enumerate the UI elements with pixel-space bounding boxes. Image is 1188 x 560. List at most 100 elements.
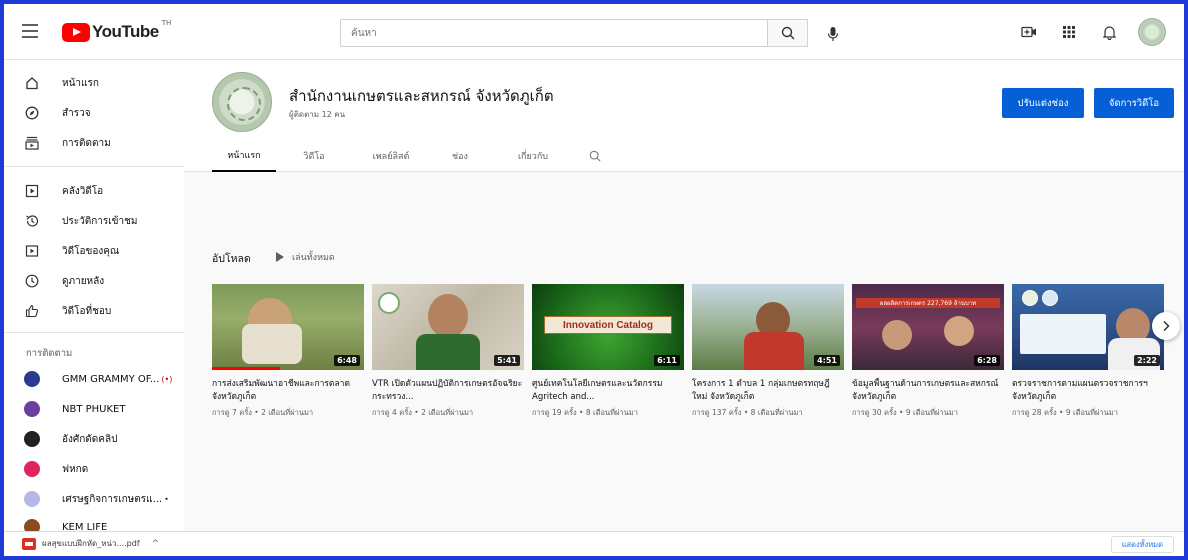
thumb-logo bbox=[378, 292, 400, 314]
new-content-dot-icon: • bbox=[164, 494, 169, 504]
sidebar-divider bbox=[4, 332, 184, 333]
subscription-item[interactable]: GMM GRAMMY OF... (•) bbox=[4, 364, 184, 394]
video-title[interactable]: ข้อมูลพื้นฐานด้านการเกษตรและสหกรณ์จังหวั… bbox=[852, 378, 1004, 404]
tab-about[interactable]: เกี่ยวกับ bbox=[504, 140, 562, 172]
sidebar-item-watch-later[interactable]: ดูภายหลัง bbox=[4, 266, 184, 296]
search-button[interactable] bbox=[768, 19, 808, 47]
top-right-icons bbox=[1018, 18, 1166, 46]
subscription-item[interactable]: NBT PHUKET bbox=[4, 394, 184, 424]
video-meta: การดู 7 ครั้ง • 2 เดือนที่ผ่านมา bbox=[212, 408, 314, 417]
sidebar-item-library[interactable]: คลังวิดีโอ bbox=[4, 176, 184, 206]
customize-channel-button[interactable]: ปรับแต่งช่อง bbox=[1002, 88, 1084, 118]
search-input[interactable] bbox=[341, 20, 767, 46]
thumb-logo bbox=[1022, 290, 1038, 306]
download-file-name: ผลสุขแบบฝึกหัด_หน่ว....pdf bbox=[42, 539, 140, 548]
subscription-item[interactable]: อังศักดัดคลิป bbox=[4, 424, 184, 454]
video-duration: 6:11 bbox=[654, 355, 680, 366]
region-code: TH bbox=[161, 19, 172, 27]
video-title[interactable]: การส่งเสริมพัฒนาอาชีพและการตลาด จังหวัดภ… bbox=[212, 378, 364, 404]
chevron-up-icon[interactable]: ^ bbox=[152, 539, 160, 549]
video-title[interactable]: ตรวจราชการตามแผนตรวจราชการฯ จังหวัดภูเก็… bbox=[1012, 378, 1164, 404]
sidebar-item-label: การติดตาม bbox=[62, 137, 111, 149]
video-duration: 6:28 bbox=[974, 355, 1000, 366]
video-thumbnail[interactable]: 4:51 bbox=[692, 284, 844, 370]
video-card[interactable]: 2:22 ตรวจราชการตามแผนตรวจราชการฯ จังหวัด… bbox=[1012, 284, 1164, 419]
voice-search-button[interactable] bbox=[822, 23, 844, 45]
video-duration: 2:22 bbox=[1134, 355, 1160, 366]
tab-search[interactable] bbox=[580, 140, 610, 172]
watch-later-icon bbox=[24, 273, 40, 289]
tab-home[interactable]: หน้าแรก bbox=[212, 140, 276, 172]
explore-icon bbox=[24, 105, 40, 121]
video-thumbnail[interactable]: ผลผลิตการเกษตร 227,769 ล้านบาท 6:28 bbox=[852, 284, 1004, 370]
video-thumbnail[interactable]: 6:48 bbox=[212, 284, 364, 370]
video-card[interactable]: 4:51 โครงการ 1 ตำบล 1 กลุ่มเกษตรทฤษฎีใหม… bbox=[692, 284, 844, 419]
account-avatar[interactable] bbox=[1138, 18, 1166, 46]
channel-avatar bbox=[24, 491, 40, 507]
sidebar-item-subscriptions[interactable]: การติดตาม bbox=[4, 128, 184, 158]
sidebar-item-label: วิดีโอของคุณ bbox=[62, 245, 120, 257]
notifications-button[interactable] bbox=[1098, 21, 1120, 43]
home-icon bbox=[24, 75, 40, 91]
uploads-heading[interactable]: อัปโหลด bbox=[212, 250, 251, 267]
video-title[interactable]: VTR เปิดตัวแผนปฏิบัติการเกษตรอัจฉริยะ กร… bbox=[372, 378, 524, 404]
channel-avatar bbox=[24, 431, 40, 447]
play-all-button[interactable]: เล่นทั้งหมด bbox=[276, 250, 335, 264]
video-meta: การดู 137 ครั้ง • 8 เดือนที่ผ่านมา bbox=[692, 408, 803, 417]
carousel-next-button[interactable] bbox=[1152, 312, 1180, 340]
video-meta: การดู 4 ครั้ง • 2 เดือนที่ผ่านมา bbox=[372, 408, 474, 417]
sidebar-item-label: คลังวิดีโอ bbox=[62, 185, 104, 197]
sidebar-item-label: ประวัติการเข้าชม bbox=[62, 215, 138, 227]
thumb-logo bbox=[1042, 290, 1058, 306]
logo-text: YouTube bbox=[92, 22, 159, 41]
video-duration: 5:41 bbox=[494, 355, 520, 366]
video-card[interactable]: 6:48 การส่งเสริมพัฒนาอาชีพและการตลาด จัง… bbox=[212, 284, 364, 419]
download-bar: ผลสุขแบบฝึกหัด_หน่ว....pdf ^ แสดงทั้งหมด bbox=[4, 531, 1184, 556]
channel-avatar-large[interactable] bbox=[212, 72, 272, 132]
manage-videos-button[interactable]: จัดการวิดีโอ bbox=[1094, 88, 1174, 118]
video-thumbnail[interactable]: 5:41 bbox=[372, 284, 524, 370]
video-title[interactable]: ศูนย์เทคโนโลยีเกษตรและนวัตกรรม Agritech … bbox=[532, 378, 684, 404]
your-videos-icon bbox=[24, 243, 40, 259]
video-card[interactable]: Innovation Catalog 6:11 ศูนย์เทคโนโลยีเก… bbox=[532, 284, 684, 419]
sidebar-item-home[interactable]: หน้าแรก bbox=[4, 68, 184, 98]
video-thumbnail[interactable]: Innovation Catalog 6:11 bbox=[532, 284, 684, 370]
menu-icon[interactable] bbox=[22, 24, 38, 38]
channel-header: สำนักงานเกษตรและสหกรณ์ จังหวัดภูเก็ต ผู้… bbox=[184, 60, 1184, 172]
video-card[interactable]: ผลผลิตการเกษตร 227,769 ล้านบาท 6:28 ข้อม… bbox=[852, 284, 1004, 419]
subscription-label: GMM GRAMMY OF... bbox=[62, 373, 160, 385]
subscription-item[interactable]: ฟหกด bbox=[4, 454, 184, 484]
subscription-item[interactable]: เศรษฐกิจการเกษตรแ... • bbox=[4, 484, 184, 514]
watch-progress-bar bbox=[212, 367, 281, 370]
play-all-label: เล่นทั้งหมด bbox=[292, 253, 335, 263]
sidebar-item-explore[interactable]: สำรวจ bbox=[4, 98, 184, 128]
video-meta: การดู 30 ครั้ง • 9 เดือนที่ผ่านมา bbox=[852, 408, 958, 417]
download-item[interactable]: ผลสุขแบบฝึกหัด_หน่ว....pdf ^ bbox=[22, 537, 159, 550]
tab-playlists[interactable]: เพลย์ลิสต์ bbox=[362, 140, 420, 172]
subscriber-count: ผู้ติดตาม 12 คน bbox=[289, 110, 346, 119]
search-icon bbox=[589, 150, 601, 162]
tab-channels[interactable]: ช่อง bbox=[440, 140, 480, 172]
search-icon bbox=[781, 26, 794, 40]
video-thumbnail[interactable]: 2:22 bbox=[1012, 284, 1164, 370]
subscriptions-icon bbox=[24, 135, 40, 151]
sidebar-item-history[interactable]: ประวัติการเข้าชม bbox=[4, 206, 184, 236]
video-duration: 4:51 bbox=[814, 355, 840, 366]
video-title[interactable]: โครงการ 1 ตำบล 1 กลุ่มเกษตรทฤษฎีใหม่ จัง… bbox=[692, 378, 844, 404]
subscription-label: ฟหกด bbox=[62, 463, 89, 475]
pdf-file-icon bbox=[22, 537, 36, 550]
thumb-face bbox=[882, 320, 912, 350]
youtube-logo[interactable]: YouTube TH bbox=[62, 19, 172, 43]
sidebar-item-your-videos[interactable]: วิดีโอของคุณ bbox=[4, 236, 184, 266]
sidebar-item-label: วิดีโอที่ชอบ bbox=[62, 305, 112, 317]
thumb-banner-text: ผลผลิตการเกษตร 227,769 ล้านบาท bbox=[856, 298, 1000, 308]
thumb-shirt bbox=[416, 334, 480, 370]
video-add-icon bbox=[1021, 26, 1036, 38]
show-all-downloads-button[interactable]: แสดงทั้งหมด bbox=[1110, 536, 1174, 553]
sidebar-item-liked-videos[interactable]: วิดีโอที่ชอบ bbox=[4, 296, 184, 326]
tab-videos[interactable]: วิดีโอ bbox=[292, 140, 336, 172]
create-video-button[interactable] bbox=[1018, 21, 1040, 43]
apps-button[interactable] bbox=[1058, 21, 1080, 43]
library-icon bbox=[24, 183, 40, 199]
video-card[interactable]: 5:41 VTR เปิดตัวแผนปฏิบัติการเกษตรอัจฉริ… bbox=[372, 284, 524, 419]
